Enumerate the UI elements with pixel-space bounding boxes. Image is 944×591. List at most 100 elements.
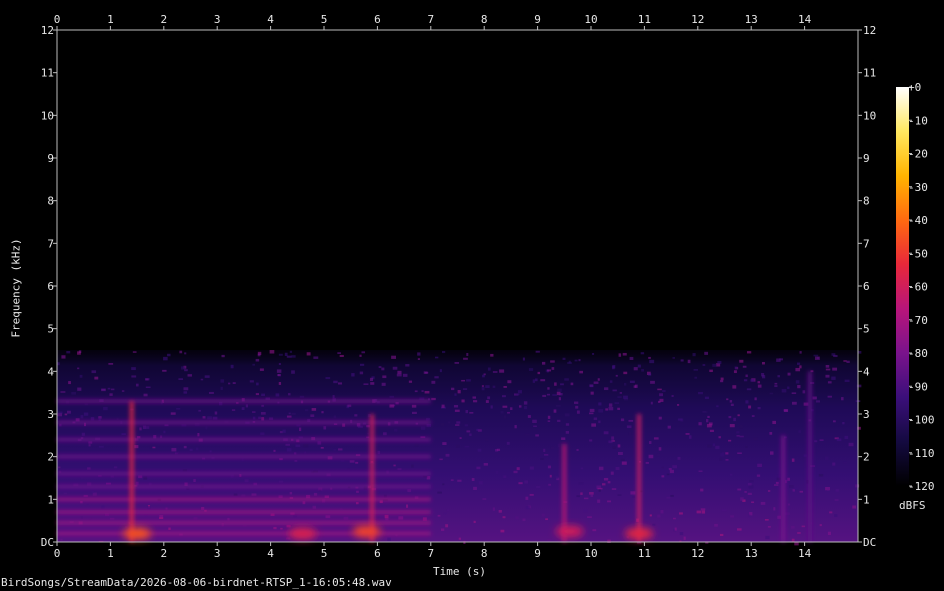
noise-cell: [617, 396, 622, 399]
noise-cell: [275, 393, 280, 397]
noise-cell: [182, 469, 187, 472]
noise-cell: [193, 479, 196, 483]
noise-cell: [583, 497, 589, 500]
noise-cell: [87, 467, 91, 470]
noise-cell: [393, 464, 396, 467]
noise-cell: [554, 382, 557, 386]
noise-cell: [716, 405, 719, 408]
noise-cell: [827, 531, 832, 536]
x-tick-label-bottom: 2: [160, 547, 167, 560]
noise-cell: [503, 415, 507, 419]
noise-cell: [286, 524, 291, 528]
noise-cell: [541, 513, 545, 517]
noise-cell: [175, 451, 180, 454]
noise-cell: [461, 379, 466, 382]
noise-cell: [617, 494, 622, 496]
noise-cell: [162, 369, 167, 372]
noise-cell: [765, 535, 770, 540]
noise-cell: [562, 357, 566, 360]
y-tick-label-left: 8: [47, 195, 54, 208]
noise-cell: [587, 516, 592, 518]
noise-cell: [170, 412, 176, 415]
noise-cell: [633, 367, 638, 371]
x-tick-label-top: 8: [481, 13, 488, 26]
noise-cell: [103, 406, 108, 411]
noise-cell: [503, 385, 507, 388]
noise-cell: [454, 409, 460, 412]
noise-cell: [200, 378, 204, 381]
noise-cell: [408, 380, 413, 383]
harmonic-band: [57, 399, 431, 404]
noise-cell: [260, 432, 265, 436]
noise-cell: [648, 356, 651, 359]
noise-cell: [777, 375, 780, 378]
noise-cell: [824, 456, 829, 460]
noise-cell: [422, 517, 427, 521]
x-tick-label-top: 14: [798, 13, 812, 26]
noise-cell: [421, 390, 424, 392]
noise-cell: [825, 365, 830, 368]
noise-cell: [812, 396, 817, 400]
colorbar-tick-label: -100: [908, 414, 935, 427]
noise-cell: [593, 381, 599, 384]
noise-cell: [799, 365, 802, 369]
noise-cell: [88, 441, 93, 444]
noise-cell: [574, 359, 578, 362]
noise-cell: [456, 444, 460, 448]
noise-cell: [650, 380, 655, 384]
x-tick-label-top: 7: [427, 13, 434, 26]
noise-cell: [546, 393, 551, 396]
noise-cell: [672, 465, 678, 469]
noise-cell: [312, 505, 317, 509]
noise-cell: [557, 419, 561, 422]
noise-cell: [257, 353, 261, 357]
noise-cell: [518, 482, 523, 485]
noise-cell: [802, 390, 806, 394]
noise-cell: [748, 514, 751, 518]
noise-cell: [354, 414, 358, 417]
noise-cell: [278, 353, 283, 356]
noise-cell: [501, 395, 506, 398]
noise-cell: [431, 397, 436, 401]
noise-cell: [439, 369, 442, 373]
noise-cell: [443, 512, 447, 515]
noise-cell: [482, 498, 487, 500]
noise-cell: [230, 364, 234, 369]
noise-cell: [276, 369, 282, 373]
noise-cell: [608, 407, 614, 411]
noise-cell: [814, 356, 820, 360]
noise-cell: [674, 527, 677, 531]
noise-cell: [79, 374, 83, 378]
noise-cell: [456, 421, 461, 424]
noise-cell: [163, 430, 166, 434]
noise-cell: [818, 473, 824, 477]
noise-cell: [729, 424, 735, 428]
noise-cell: [573, 401, 579, 404]
noise-cell: [551, 367, 555, 370]
noise-cell: [517, 390, 522, 394]
noise-cell: [291, 370, 295, 374]
noise-cell: [543, 448, 546, 453]
x-tick-label-bottom: 7: [427, 547, 434, 560]
noise-cell: [762, 375, 766, 379]
noise-cell: [617, 407, 620, 410]
y-tick-label-right: 9: [863, 152, 870, 165]
harmonic-band: [57, 484, 431, 489]
noise-cell: [652, 523, 656, 526]
noise-cell: [61, 355, 66, 359]
noise-cell: [560, 383, 564, 386]
noise-cell: [458, 537, 462, 540]
noise-cell: [704, 396, 709, 400]
noise-cell: [478, 481, 483, 485]
noise-cell: [576, 410, 580, 414]
noise-cell: [241, 494, 246, 497]
colorbar-tick-label: -90: [908, 380, 928, 393]
noise-cell: [346, 425, 350, 427]
noise-cell: [683, 536, 686, 540]
spectrogram-figure: 0 0 1 1 2 2 3 3 4 4 5 5 6 6 7 7 8 8 9 9 10 10 11 11 12 12 13 13 14 14…: [0, 0, 944, 591]
noise-cell: [827, 395, 832, 398]
noise-cell: [583, 509, 588, 513]
noise-cell: [852, 505, 857, 509]
noise-cell: [165, 507, 168, 510]
harmonic-band: [57, 454, 431, 459]
